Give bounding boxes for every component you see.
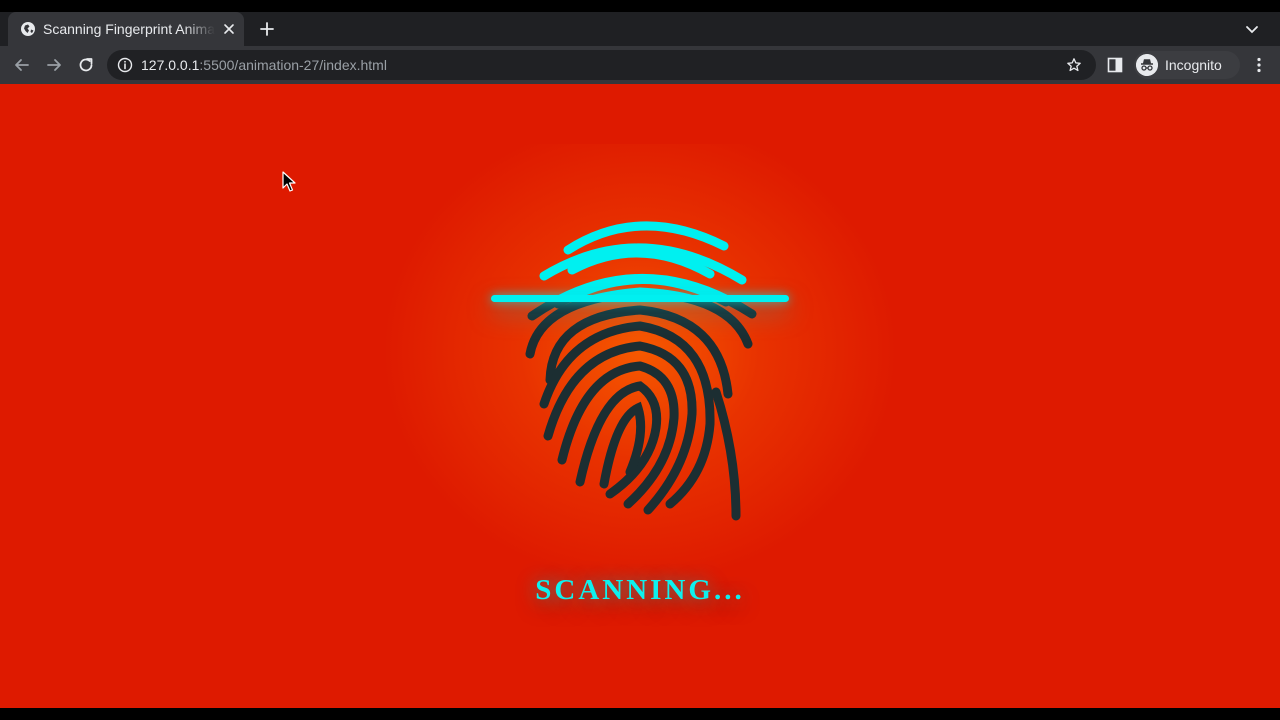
url-text[interactable]: 127.0.0.1:5500/animation-27/index.html: [141, 57, 387, 73]
incognito-icon: [1136, 54, 1158, 76]
address-bar[interactable]: 127.0.0.1:5500/animation-27/index.html: [107, 50, 1096, 80]
window-top-edge: [0, 0, 1280, 12]
tab-title: Scanning Fingerprint Animation: [43, 21, 215, 37]
page-content: SCANNING...: [0, 84, 1280, 708]
incognito-profile-button[interactable]: Incognito: [1134, 51, 1240, 79]
info-icon[interactable]: [117, 57, 133, 73]
globe-icon: [21, 22, 35, 36]
url-path: :5500/animation-27/index.html: [199, 57, 387, 73]
new-tab-icon[interactable]: [258, 20, 276, 38]
browser-toolbar: 127.0.0.1:5500/animation-27/index.html I…: [0, 46, 1280, 84]
tab-strip: Scanning Fingerprint Animation: [0, 12, 1280, 46]
side-panel-icon[interactable]: [1106, 56, 1124, 74]
more-menu-icon[interactable]: [1250, 56, 1268, 74]
url-host: 127.0.0.1: [141, 57, 200, 73]
mouse-cursor-icon: [282, 171, 296, 192]
back-arrow-icon[interactable]: [12, 55, 32, 75]
forward-arrow-icon[interactable]: [44, 55, 64, 75]
browser-tab[interactable]: Scanning Fingerprint Animation: [8, 12, 244, 46]
profile-label: Incognito: [1165, 57, 1222, 73]
scanning-status-text: SCANNING...: [535, 574, 745, 606]
bookmark-star-icon[interactable]: [1066, 57, 1082, 73]
reload-icon[interactable]: [76, 55, 96, 75]
close-icon[interactable]: [221, 21, 237, 37]
fingerprint-icon: [480, 204, 800, 524]
scan-beam: [491, 295, 789, 302]
chevron-down-icon[interactable]: [1243, 20, 1261, 38]
window-bottom-edge: [0, 708, 1280, 720]
